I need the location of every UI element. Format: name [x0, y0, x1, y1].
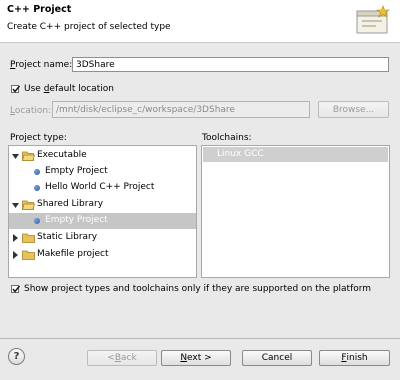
- help-button[interactable]: ?: [8, 348, 25, 365]
- tree-item-label: Static Library: [37, 232, 98, 242]
- new-project-wizard-icon: [356, 5, 390, 34]
- chevron-down-icon[interactable]: [12, 153, 19, 160]
- tree-item-label: Empty Project: [45, 215, 108, 225]
- tree-item-label: Empty Project: [45, 166, 108, 176]
- use-default-location-label: Use default location: [24, 84, 114, 94]
- project-type-tree[interactable]: Executable Empty Project Hello World C++…: [8, 145, 197, 278]
- folder-icon: [22, 250, 35, 260]
- open-folder-icon: [22, 200, 35, 210]
- next-button[interactable]: Next >: [161, 350, 231, 366]
- chevron-right-icon[interactable]: [12, 234, 19, 242]
- project-template-icon: [34, 218, 40, 224]
- tree-item-executable-empty-project[interactable]: Empty Project: [9, 164, 196, 180]
- project-type-heading: Project type:: [10, 133, 67, 143]
- check-icon: [12, 285, 21, 293]
- tree-item-label: Executable: [37, 150, 87, 160]
- wizard-title: C++ Project: [7, 4, 72, 15]
- cancel-button[interactable]: Cancel: [242, 350, 312, 366]
- location-input[interactable]: [52, 101, 310, 118]
- tree-item-static-library[interactable]: Static Library: [9, 230, 196, 246]
- show-supported-only-checkbox[interactable]: [11, 285, 21, 293]
- toolchain-label: Linux GCC: [217, 149, 264, 159]
- tree-item-label: Hello World C++ Project: [45, 182, 155, 192]
- check-icon: [12, 85, 21, 93]
- project-template-icon: [34, 185, 40, 191]
- tree-item-label: Makefile project: [37, 249, 109, 259]
- wizard-description: Create C++ project of selected type: [7, 22, 171, 32]
- chevron-right-icon[interactable]: [12, 251, 19, 259]
- tree-item-makefile-project[interactable]: Makefile project: [9, 247, 196, 263]
- help-icon: ?: [13, 351, 20, 362]
- tree-item-shared-library[interactable]: Shared Library: [9, 197, 196, 213]
- tree-item-label: Shared Library: [37, 199, 104, 209]
- chevron-down-icon[interactable]: [12, 202, 19, 209]
- wizard-header: C++ Project Create C++ project of select…: [0, 0, 400, 43]
- back-button[interactable]: < Back: [87, 350, 157, 366]
- toolchains-list[interactable]: Linux GCC: [201, 145, 390, 278]
- location-label: Location:: [10, 106, 52, 116]
- finish-button[interactable]: Finish: [319, 350, 390, 366]
- show-supported-only-label: Show project types and toolchains only i…: [24, 284, 372, 294]
- use-default-location-checkbox[interactable]: [11, 85, 21, 93]
- toolchain-item-linux-gcc[interactable]: Linux GCC: [203, 147, 388, 162]
- project-template-icon: [34, 169, 40, 175]
- toolchains-heading: Toolchains:: [202, 133, 252, 143]
- browse-button[interactable]: Browse...: [318, 101, 389, 118]
- tree-item-shared-library-empty-project[interactable]: Empty Project: [9, 213, 196, 229]
- folder-icon: [22, 233, 35, 243]
- project-name-label: Project name:: [10, 60, 73, 70]
- project-name-input[interactable]: [72, 57, 389, 72]
- button-bar-separator: [0, 338, 400, 339]
- open-folder-icon: [22, 151, 35, 161]
- tree-item-hello-world-project[interactable]: Hello World C++ Project: [9, 180, 196, 196]
- tree-item-executable[interactable]: Executable: [9, 148, 196, 164]
